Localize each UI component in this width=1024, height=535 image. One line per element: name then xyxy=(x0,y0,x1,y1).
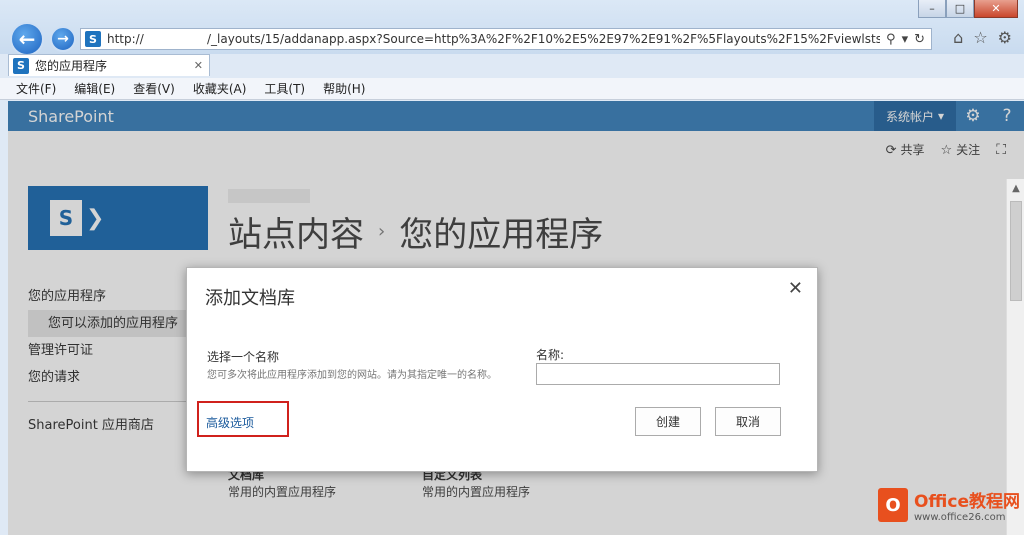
tab-title: 您的应用程序 xyxy=(35,59,108,73)
add-document-library-dialog: 添加文档库 ✕ 选择一个名称 您可多次将此应用程序添加到您的网站。请为其指定唯一… xyxy=(186,267,818,472)
settings-gear-icon[interactable]: ⚙ xyxy=(998,28,1012,47)
choose-name-heading: 选择一个名称 xyxy=(207,350,280,364)
cancel-button[interactable]: 取消 xyxy=(715,407,781,436)
forward-button[interactable]: → xyxy=(50,26,76,52)
forward-arrow-icon: → xyxy=(57,31,69,47)
watermark-text: Office教程网 www.office26.com xyxy=(914,487,1020,523)
dropdown-icon[interactable]: ▾ xyxy=(902,32,909,47)
browser-titlebar: – □ ✕ ← → S http:// /_layouts/15/addanap… xyxy=(0,0,1024,56)
search-icon[interactable]: ⚲ xyxy=(886,32,896,47)
dialog-close-icon[interactable]: ✕ xyxy=(788,278,803,299)
office-logo-icon: O xyxy=(877,488,908,522)
menu-view[interactable]: 查看(V) xyxy=(133,80,175,97)
menu-favorites[interactable]: 收藏夹(A) xyxy=(193,80,247,97)
menu-tools[interactable]: 工具(T) xyxy=(264,80,305,97)
address-bar[interactable]: S http:// /_layouts/15/addanapp.aspx?Sou… xyxy=(80,28,932,50)
refresh-icon[interactable]: ↻ xyxy=(914,32,925,47)
close-window-button[interactable]: ✕ xyxy=(974,0,1018,18)
scroll-up-icon[interactable]: ▲ xyxy=(1007,183,1024,194)
address-path: /_layouts/15/addanapp.aspx?Source=http%3… xyxy=(207,32,881,46)
menu-bar: 文件(F) 编辑(E) 查看(V) 收藏夹(A) 工具(T) 帮助(H) xyxy=(0,78,1024,100)
create-button[interactable]: 创建 xyxy=(635,407,701,436)
window-controls: – □ ✕ xyxy=(918,0,1018,18)
advanced-options-link[interactable]: 高级选项 xyxy=(206,414,254,431)
menu-edit[interactable]: 编辑(E) xyxy=(74,80,115,97)
minimize-button[interactable]: – xyxy=(918,0,946,18)
name-input[interactable] xyxy=(536,363,780,385)
home-icon[interactable]: ⌂ xyxy=(953,28,963,47)
favorites-star-icon[interactable]: ☆ xyxy=(973,28,987,47)
address-tools: ⚲ ▾ ↻ xyxy=(880,32,931,47)
scroll-thumb[interactable] xyxy=(1010,201,1022,301)
back-arrow-icon: ← xyxy=(18,27,36,51)
watermark: O Office教程网 www.office26.com xyxy=(877,487,1020,523)
browser-right-icons: ⌂ ☆ ⚙ xyxy=(953,28,1012,47)
maximize-button[interactable]: □ xyxy=(946,0,974,18)
address-prefix: http:// xyxy=(107,32,144,46)
sharepoint-favicon-icon: S xyxy=(85,31,101,47)
dialog-title: 添加文档库 xyxy=(205,288,295,309)
watermark-title: Office教程网 xyxy=(913,492,1020,512)
name-label: 名称: xyxy=(536,348,565,362)
choose-name-description: 您可多次将此应用程序添加到您的网站。请为其指定唯一的名称。 xyxy=(207,370,497,381)
back-button[interactable]: ← xyxy=(10,22,44,56)
menu-file[interactable]: 文件(F) xyxy=(16,80,56,97)
browser-tab[interactable]: S 您的应用程序 ✕ xyxy=(8,54,210,76)
menu-help[interactable]: 帮助(H) xyxy=(323,80,365,97)
sharepoint-tab-icon: S xyxy=(13,57,29,74)
page-scrollbar[interactable]: ▲ xyxy=(1006,179,1024,535)
tab-close-icon[interactable]: ✕ xyxy=(194,59,203,72)
watermark-url: www.office26.com xyxy=(913,512,1006,523)
